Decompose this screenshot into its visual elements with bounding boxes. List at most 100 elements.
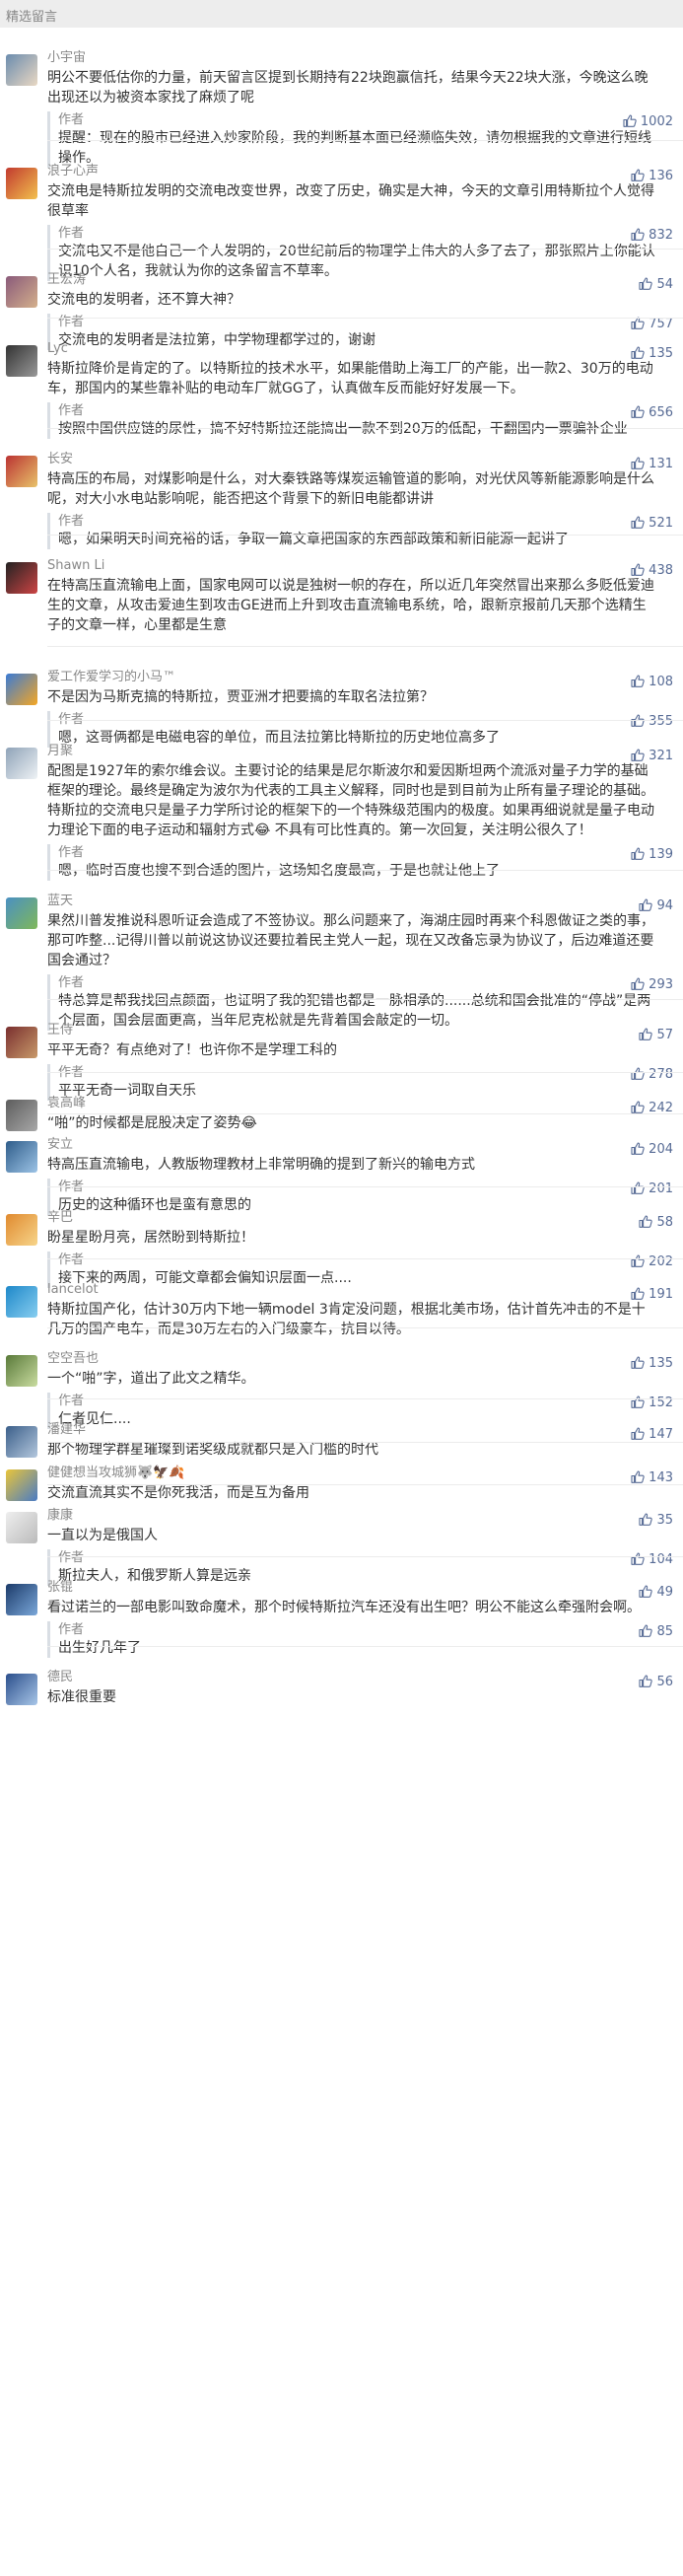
- comment-like-button[interactable]: 131: [631, 457, 673, 471]
- reply-like-button[interactable]: 521: [631, 514, 673, 534]
- comment-nickname: 安立: [47, 1137, 74, 1152]
- comment-item: 袁高峰 242 “啪”的时候都是屁股决定了姿势😂: [0, 1073, 683, 1131]
- like-count: 58: [656, 1215, 673, 1230]
- comment-item: 空空吾也 135 一个“啪”字，道出了此文之精华。 作者 仁者见仁.... 152: [0, 1328, 683, 1429]
- avatar[interactable]: [6, 1584, 37, 1615]
- comment-like-button[interactable]: 108: [631, 675, 673, 689]
- reply-like-count: 85: [656, 1624, 673, 1639]
- comment-nickname: 王宏涛: [47, 272, 87, 287]
- comment-like-button[interactable]: 57: [639, 1028, 673, 1042]
- comment-text: 特高压直流输电，人教版物理教材上非常明确的提到了新兴的输电方式: [47, 1157, 475, 1173]
- comment-like-button[interactable]: 321: [631, 749, 673, 763]
- comment-like-button[interactable]: 147: [631, 1427, 673, 1442]
- comment-nickname: 爱工作爱学习的小马™: [47, 670, 176, 684]
- avatar[interactable]: [6, 168, 37, 199]
- like-count: 204: [649, 1142, 673, 1157]
- comment-text: 明公不要低估你的力量，前天留言区提到长期持有22块跑赢信托，结果今天22块大涨，…: [47, 70, 649, 106]
- comment-text: 标准很重要: [47, 1689, 116, 1705]
- avatar[interactable]: [6, 456, 37, 487]
- comment-like-button[interactable]: 438: [631, 563, 673, 578]
- avatar[interactable]: [6, 1512, 37, 1543]
- like-count: 135: [649, 346, 673, 361]
- comment-item: 王宏涛 54 交流电的发明者，还不算大神？ 作者 交流电的发明者是法拉第，中学物理都学过…: [0, 250, 683, 350]
- comment-item: Lyc 135 特斯拉降价是肯定的了。以特斯拉的技术水平，如果能借助上海工厂的产能，…: [0, 319, 683, 439]
- comment-nickname: 蓝天: [47, 894, 74, 908]
- comment-item: 浪子心声 136 交流电是特斯拉发明的交流电改变世界，改变了历史，确实是大神，今天的…: [0, 141, 683, 281]
- avatar[interactable]: [6, 1214, 37, 1246]
- thumbs-up-icon: [639, 1513, 656, 1528]
- avatar[interactable]: [6, 1286, 37, 1318]
- comment-item: 张锟 49 看过诺兰的一部电影叫致命魔术，那个时候特斯拉汽车还没有出生吧？明公不能这…: [0, 1557, 683, 1658]
- comment-text: 一直以为是俄国人: [47, 1528, 158, 1543]
- thumbs-up-icon: [631, 1142, 649, 1157]
- comment-like-button[interactable]: 242: [631, 1101, 673, 1115]
- comment-like-button[interactable]: 58: [639, 1215, 673, 1230]
- comment-like-button[interactable]: 135: [631, 1356, 673, 1371]
- avatar[interactable]: [6, 1027, 37, 1058]
- reply-like-button[interactable]: 139: [631, 845, 673, 865]
- avatar[interactable]: [6, 54, 37, 86]
- thumbs-up-icon: [631, 1427, 649, 1442]
- comment-nickname: 健健想当攻城狮🐺🦅🍂: [47, 1466, 185, 1480]
- comment-like-button[interactable]: 143: [631, 1470, 673, 1485]
- comment-nickname: 空空吾也: [47, 1351, 100, 1366]
- comment-text: 交流电是特斯拉发明的交流电改变世界，改变了历史，确实是大神，今天的文章引用特斯拉…: [47, 183, 654, 219]
- reply-like-button[interactable]: 832: [631, 226, 673, 246]
- avatar[interactable]: [6, 1355, 37, 1387]
- like-count: 438: [649, 563, 673, 578]
- comment-like-button[interactable]: 54: [639, 277, 673, 292]
- comment-item: 辛巴 58 盼星星盼月亮，居然盼到特斯拉！ 作者 接下来的两周，可能文章都会偏知识层面一…: [0, 1187, 683, 1288]
- like-count: 108: [649, 675, 673, 689]
- comment-text: 特斯拉降价是肯定的了。以特斯拉的技术水平，如果能借助上海工厂的产能，出一款2、3…: [47, 361, 653, 396]
- comment-nickname: 辛巴: [47, 1210, 74, 1225]
- thumbs-up-icon: [639, 1585, 656, 1600]
- comment-item: 潘建华 147 那个物理学群星璀璨到诺奖级成就都只是入门槛的时代: [0, 1399, 683, 1458]
- like-count: 56: [656, 1675, 673, 1689]
- comment-like-button[interactable]: 204: [631, 1142, 673, 1157]
- avatar[interactable]: [6, 276, 37, 308]
- reply-like-button[interactable]: 85: [639, 1622, 673, 1642]
- comment-text: 盼星星盼月亮，居然盼到特斯拉！: [47, 1230, 254, 1246]
- comment-text: 不是因为马斯克搞的特斯拉，贾亚洲才把要搞的车取名法拉第？: [47, 689, 434, 705]
- comment-nickname: 袁高峰: [47, 1096, 87, 1110]
- thumbs-up-icon: [631, 457, 649, 471]
- avatar[interactable]: [6, 897, 37, 929]
- thumbs-up-icon: [631, 405, 649, 420]
- comment-item: 爱工作爱学习的小马™ 108 不是因为马斯克搞的特斯拉，贾亚洲才把要搞的车取名法拉第…: [0, 647, 683, 748]
- avatar[interactable]: [6, 1674, 37, 1705]
- like-count: 35: [656, 1513, 673, 1528]
- author-label: 作者: [58, 975, 85, 990]
- avatar[interactable]: [6, 674, 37, 705]
- avatar[interactable]: [6, 345, 37, 377]
- comment-text: 看过诺兰的一部电影叫致命魔术，那个时候特斯拉汽车还没有出生吧？明公不能这么牵强附…: [47, 1600, 641, 1615]
- comment-item: 安立 204 特高压直流输电，人教版物理教材上非常明确的提到了新兴的输电方式 作者 历史…: [0, 1114, 683, 1215]
- comment-like-button[interactable]: 35: [639, 1513, 673, 1528]
- comment-like-button[interactable]: 135: [631, 346, 673, 361]
- avatar[interactable]: [6, 562, 37, 594]
- comment-like-button[interactable]: 136: [631, 169, 673, 183]
- thumbs-up-icon: [639, 1675, 656, 1689]
- comment-nickname: 王侍: [47, 1023, 74, 1038]
- like-count: 135: [649, 1356, 673, 1371]
- reply-like-button[interactable]: 293: [631, 975, 673, 995]
- comment-text: 一个“啪”字，道出了此文之精华。: [47, 1371, 255, 1387]
- reply-like-button[interactable]: 656: [631, 403, 673, 423]
- comment-like-button[interactable]: 94: [639, 898, 673, 913]
- comment-like-button[interactable]: 191: [631, 1287, 673, 1302]
- thumbs-up-icon: [639, 1028, 656, 1042]
- thumbs-up-icon: [631, 1287, 649, 1302]
- thumbs-up-icon: [631, 516, 649, 531]
- avatar[interactable]: [6, 748, 37, 779]
- comment-like-button[interactable]: 49: [639, 1585, 673, 1600]
- comment-nickname: 长安: [47, 452, 74, 466]
- thumbs-up-icon: [631, 749, 649, 763]
- comment-nickname: 张锟: [47, 1580, 74, 1595]
- comment-like-button[interactable]: 56: [639, 1675, 673, 1689]
- reply-like-button[interactable]: 1002: [623, 112, 673, 132]
- comment-item: 王侍 57 平平无奇？有点绝对了！也许你不是学理工科的 作者 平平无奇一词取自天乐 278: [0, 1000, 683, 1101]
- like-count: 136: [649, 169, 673, 183]
- comment-item: Shawn Li 438 在特高压直流输电上面，国家电网可以说是独树一帜的存在，所以…: [0, 536, 683, 647]
- reply-like-count: 293: [649, 977, 673, 992]
- comment-nickname: 潘建华: [47, 1422, 87, 1437]
- avatar[interactable]: [6, 1141, 37, 1173]
